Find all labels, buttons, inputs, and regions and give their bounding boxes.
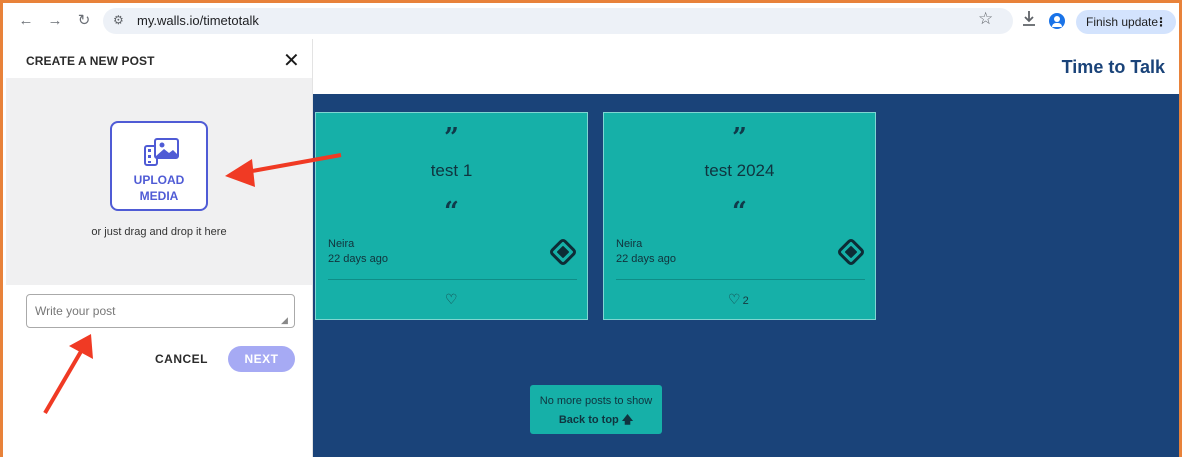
cancel-button[interactable]: CANCEL — [155, 352, 208, 366]
back-to-top-link[interactable]: Back to top 🡅 — [530, 411, 662, 430]
upload-label-line2: MEDIA — [139, 189, 179, 203]
finish-update-button[interactable]: Finish update ⋮ — [1076, 10, 1176, 34]
bookmark-star-icon[interactable]: ☆ — [978, 9, 993, 29]
next-button[interactable]: NEXT — [228, 346, 295, 372]
forward-arrow-icon[interactable]: → — [46, 12, 64, 30]
more-menu-icon[interactable]: ⋮ — [1155, 10, 1167, 34]
wall-title: Time to Talk — [1061, 57, 1165, 77]
post-author: Neira — [328, 238, 355, 250]
back-arrow-icon[interactable]: ← — [17, 12, 35, 30]
screenshot-frame: ← → ↻ ⚙ my.walls.io/timetotalk ☆ Finish … — [0, 0, 1182, 457]
like-button[interactable]: ♡ — [445, 291, 460, 308]
site-settings-icon[interactable]: ⚙ — [113, 13, 124, 27]
upload-media-button[interactable]: UPLOAD MEDIA — [110, 121, 208, 211]
reload-icon[interactable]: ↻ — [75, 12, 93, 30]
finish-update-label: Finish update — [1086, 15, 1159, 29]
post-author: Neira — [616, 238, 643, 250]
close-icon[interactable]: ✕ — [283, 48, 300, 73]
card-divider — [328, 279, 577, 280]
post-text: test 2024 — [704, 161, 775, 180]
wall-content: ” test 1 “ Neira 22 days ago ♡ ” test 20… — [313, 94, 1179, 457]
upload-media-label: UPLOAD MEDIA — [112, 172, 206, 204]
upload-dropzone[interactable]: UPLOAD MEDIA or just drag and drop it he… — [6, 78, 312, 285]
post-time: 22 days ago — [616, 253, 676, 265]
quote-open-icon: ” — [444, 123, 459, 153]
media-upload-icon — [144, 138, 179, 166]
walls-source-icon — [550, 239, 576, 265]
drag-drop-hint: or just drag and drop it here — [91, 226, 227, 238]
heart-icon: ♡ — [728, 291, 741, 307]
url-text[interactable]: my.walls.io/timetotalk — [137, 13, 259, 28]
post-card[interactable]: ” test 1 “ Neira 22 days ago ♡ — [315, 112, 588, 320]
post-text: test 1 — [430, 161, 473, 180]
quote-open-icon: ” — [732, 123, 747, 153]
create-post-title: CREATE A NEW POST — [26, 54, 155, 68]
upload-label-line1: UPLOAD — [133, 173, 185, 187]
download-icon[interactable] — [1021, 9, 1037, 29]
quote-close-icon: “ — [732, 197, 747, 227]
profile-avatar-icon[interactable] — [1049, 13, 1065, 29]
no-more-posts-box: No more posts to show Back to top 🡅 — [530, 385, 662, 434]
like-button[interactable]: ♡ 2 — [728, 291, 749, 308]
back-to-top-label: Back to top — [558, 414, 619, 426]
walls-source-icon — [838, 239, 864, 265]
quote-close-icon: “ — [444, 197, 459, 227]
wall-header: Time to Talk — [313, 39, 1179, 94]
like-count: 2 — [742, 295, 749, 307]
arrow-up-icon: 🡅 — [621, 414, 634, 426]
browser-toolbar: ← → ↻ ⚙ my.walls.io/timetotalk ☆ Finish … — [3, 3, 1179, 39]
create-post-panel: CREATE A NEW POST ✕ UPLOAD MEDIA or just… — [6, 39, 313, 457]
post-card[interactable]: ” test 2024 “ Neira 22 days ago ♡ 2 — [603, 112, 876, 320]
resize-handle-icon[interactable]: ◢ — [281, 315, 288, 326]
heart-icon: ♡ — [445, 291, 458, 307]
no-more-posts-text: No more posts to show — [539, 395, 653, 407]
post-time: 22 days ago — [328, 253, 388, 265]
card-divider — [616, 279, 865, 280]
write-post-input[interactable] — [26, 294, 295, 328]
address-bar[interactable]: ⚙ my.walls.io/timetotalk — [103, 8, 1013, 34]
